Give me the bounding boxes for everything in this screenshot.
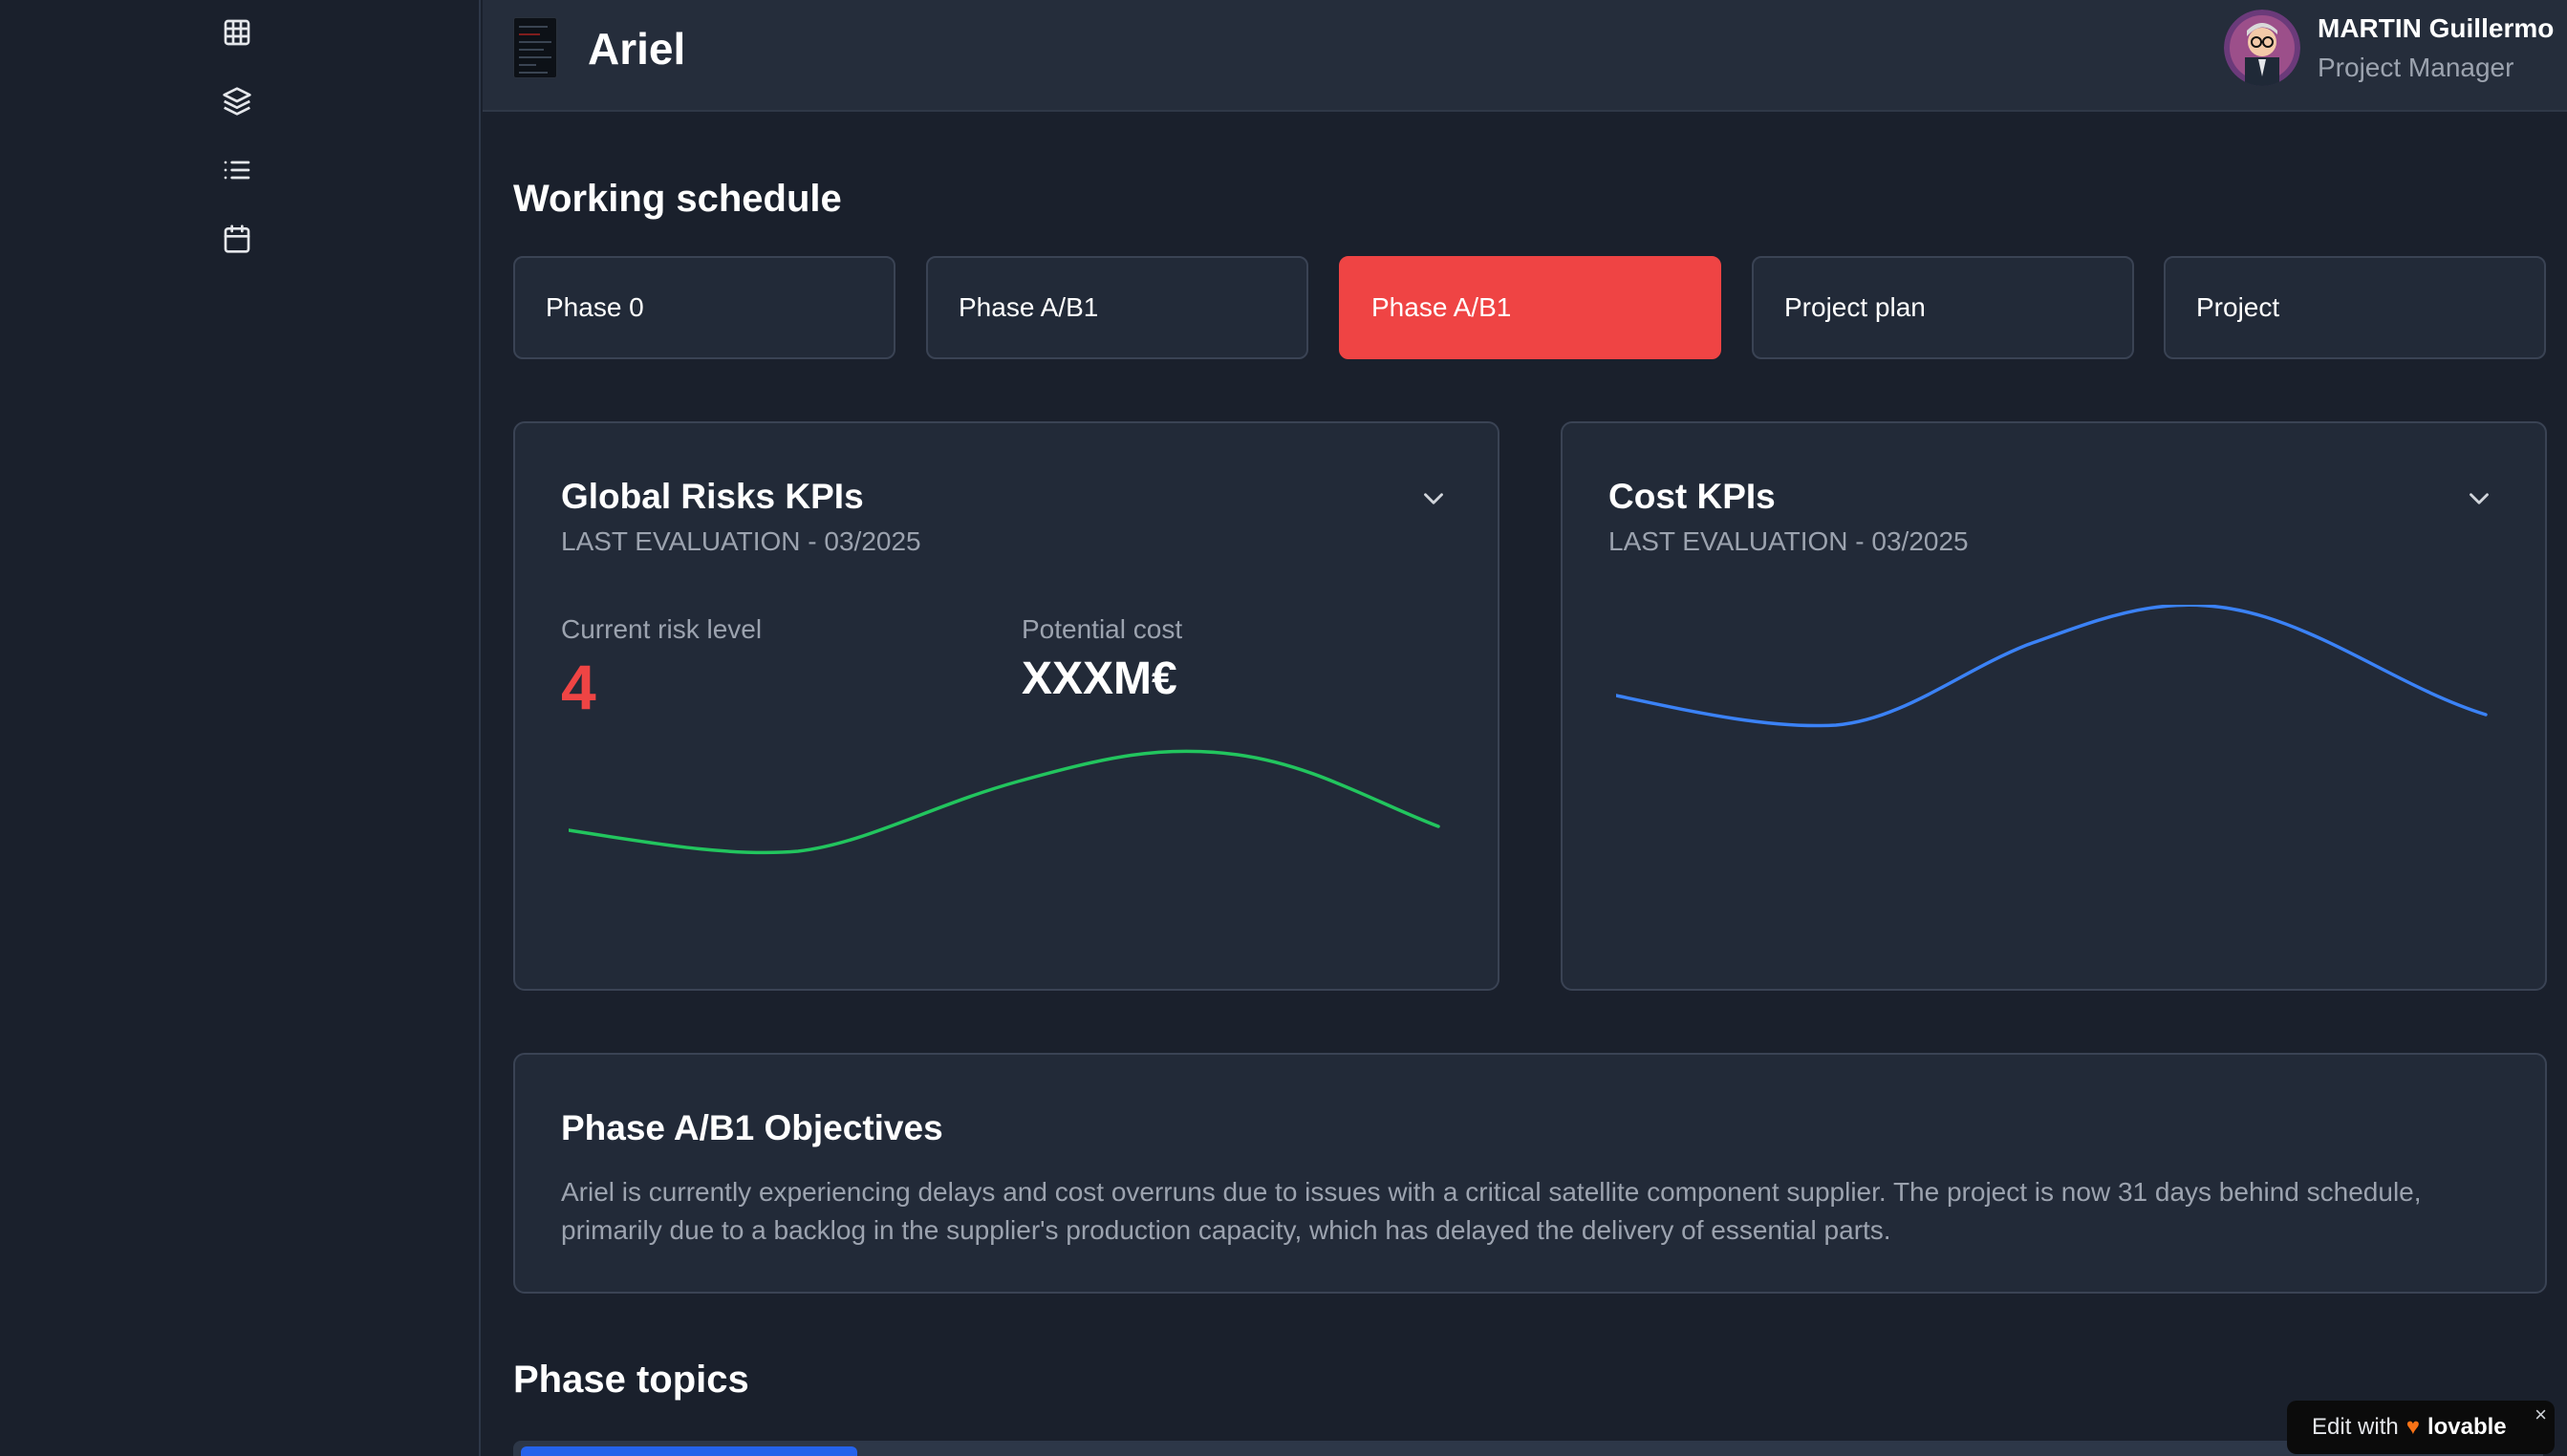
phase-topics-title: Phase topics	[513, 1359, 749, 1401]
cost-trend-line	[1616, 605, 2488, 728]
risk-level-label: Current risk level	[561, 614, 763, 644]
chevron-down-icon[interactable]	[2463, 482, 2495, 515]
objectives-title: Phase A/B1 Objectives	[561, 1108, 943, 1147]
user-role: Project Manager	[2318, 53, 2514, 82]
sidebar	[0, 0, 481, 1456]
calendar-icon[interactable]	[220, 222, 254, 256]
badge-edit-label: Edit with	[2312, 1414, 2399, 1440]
card-title: Global Risks KPIs	[561, 477, 864, 516]
project-plan-button[interactable]: Project plan	[1752, 256, 2134, 359]
project-button[interactable]: Project	[2164, 256, 2546, 359]
potential-cost-value: XXXM€	[1022, 653, 1177, 704]
badge-brand: lovable	[2427, 1414, 2507, 1440]
layers-icon[interactable]	[220, 84, 254, 118]
close-icon[interactable]: ×	[2535, 1402, 2547, 1427]
heart-icon: ♥	[2405, 1414, 2420, 1440]
topics-tab-bar	[513, 1441, 2543, 1456]
phase-0-button[interactable]: Phase 0	[513, 256, 895, 359]
card-title: Cost KPIs	[1608, 477, 1776, 516]
global-risks-card: Global Risks KPIs LAST EVALUATION - 03/2…	[513, 421, 1499, 991]
avatar[interactable]	[2224, 10, 2300, 86]
risk-level-value: 4	[561, 652, 596, 722]
objectives-text: Ariel is currently experiencing delays a…	[561, 1177, 2422, 1245]
phase-a-b1-active-button[interactable]: Phase A/B1	[1339, 256, 1721, 359]
list-icon[interactable]	[220, 153, 254, 187]
grid-icon[interactable]	[220, 15, 254, 50]
cost-kpis-card: Cost KPIs LAST EVALUATION - 03/2025	[1561, 421, 2547, 991]
user-name: MARTIN Guillermo	[2318, 13, 2555, 43]
card-subtitle: LAST EVALUATION - 03/2025	[561, 526, 921, 556]
edit-with-lovable-badge[interactable]: Edit with ♥ lovable ×	[2287, 1401, 2555, 1454]
chevron-down-icon[interactable]	[1417, 482, 1450, 515]
topics-active-tab[interactable]	[521, 1446, 857, 1456]
potential-cost-label: Potential cost	[1022, 614, 1183, 644]
card-subtitle: LAST EVALUATION - 03/2025	[1608, 526, 1969, 556]
risk-trend-line	[569, 749, 1440, 855]
app-title: Ariel	[588, 24, 686, 74]
header: Ariel MARTIN Guillermo Project Manager	[483, 0, 2567, 112]
working-schedule-title: Working schedule	[513, 178, 842, 220]
phase-a-b1-button[interactable]: Phase A/B1	[926, 256, 1308, 359]
app-logo	[513, 17, 557, 78]
objectives-card: Phase A/B1 Objectives Ariel is currently…	[513, 1053, 2547, 1294]
